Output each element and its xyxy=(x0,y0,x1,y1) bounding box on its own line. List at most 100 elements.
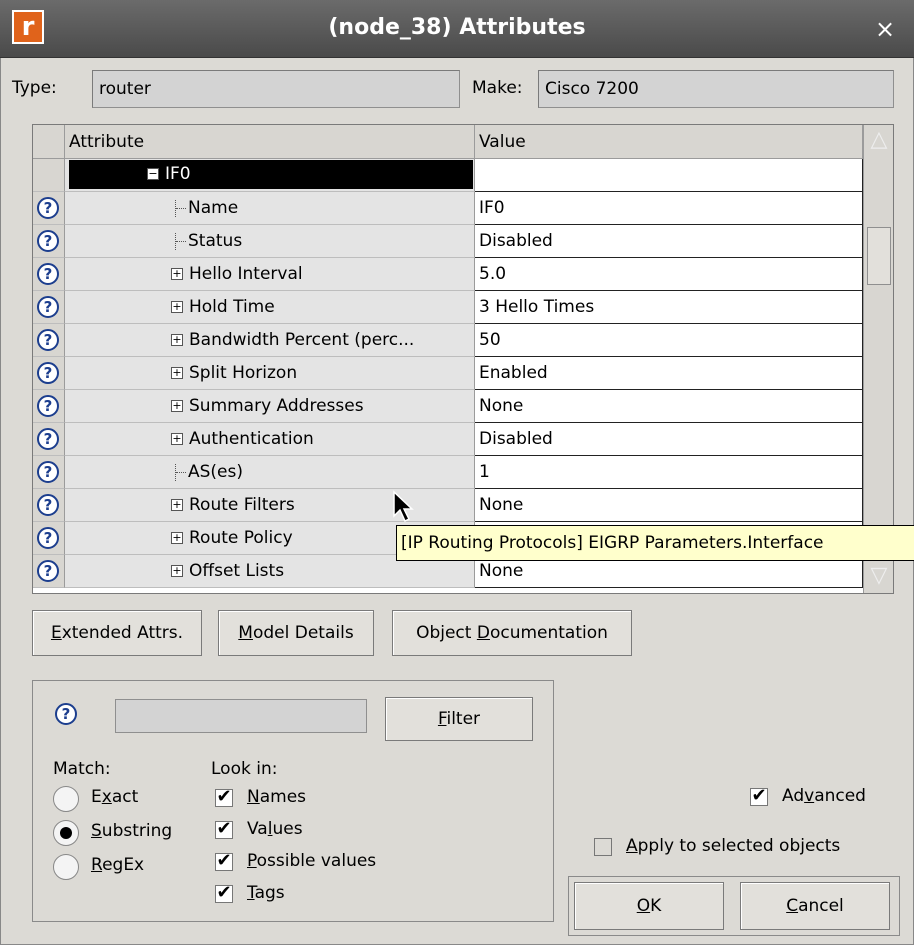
table-row[interactable]: ? Name IF0 xyxy=(33,192,863,225)
look-in-option[interactable]: ✔ Names xyxy=(215,787,475,813)
match-option[interactable]: RegEx xyxy=(53,853,203,881)
label-post: act xyxy=(111,787,139,807)
scroll-down-icon[interactable]: ▽ xyxy=(868,563,890,589)
help-icon[interactable]: ? xyxy=(37,362,59,384)
label-post: ames xyxy=(259,787,307,807)
table-row[interactable]: ? Status Disabled xyxy=(33,225,863,258)
help-icon[interactable]: ? xyxy=(37,329,59,351)
look-in-option[interactable]: ✔ Possible values xyxy=(215,851,475,877)
ok-button[interactable]: OK xyxy=(574,882,724,930)
advanced-mnemonic: v xyxy=(804,786,815,806)
attribute-value-cell[interactable]: 5.0 xyxy=(475,258,863,291)
expand-icon[interactable]: + xyxy=(171,499,183,511)
close-icon[interactable]: × xyxy=(870,14,900,44)
attribute-value-cell[interactable]: None xyxy=(475,489,863,522)
attribute-value-cell[interactable]: 1 xyxy=(475,456,863,489)
help-icon[interactable]: ? xyxy=(37,527,59,549)
attribute-name-cell[interactable]: Name xyxy=(65,192,475,225)
tree-branch-icon xyxy=(175,463,188,481)
help-icon[interactable]: ? xyxy=(37,197,59,219)
filter-panel: ? Filter Match: Exact Substring RegEx Look… xyxy=(32,680,554,922)
scroll-up-icon[interactable]: △ xyxy=(868,127,890,153)
title-bar[interactable]: r (node_38) Attributes × xyxy=(0,0,914,58)
advanced-checkbox[interactable]: ✔ xyxy=(750,787,768,806)
attribute-name-cell[interactable]: + Authentication xyxy=(65,423,475,456)
look-in-checkbox[interactable]: ✔ xyxy=(215,884,233,903)
table-row[interactable]: ? + Route Filters None xyxy=(33,489,863,522)
apply-mnemonic: A xyxy=(626,836,638,856)
look-in-option[interactable]: ✔ Tags xyxy=(215,883,475,909)
help-icon[interactable]: ? xyxy=(37,395,59,417)
look-in-checkbox[interactable]: ✔ xyxy=(215,852,233,871)
collapse-icon[interactable]: − xyxy=(147,168,159,180)
look-in-checkbox[interactable]: ✔ xyxy=(215,820,233,839)
expand-icon[interactable]: + xyxy=(171,433,183,445)
attribute-value-cell[interactable]: Disabled xyxy=(475,225,863,258)
group-selected-highlight[interactable]: − IF0 xyxy=(69,160,473,189)
label-post: ossible values xyxy=(256,851,377,871)
attribute-value-cell[interactable]: 50 xyxy=(475,324,863,357)
expand-icon[interactable]: + xyxy=(171,301,183,313)
match-radio[interactable] xyxy=(53,820,79,846)
help-icon[interactable]: ? xyxy=(37,560,59,582)
table-row[interactable]: ? + Authentication Disabled xyxy=(33,423,863,456)
extended-attrs-button[interactable]: Extended Attrs. xyxy=(32,610,202,656)
filter-help-icon[interactable]: ? xyxy=(55,703,77,725)
help-icon[interactable]: ? xyxy=(37,461,59,483)
tooltip: [IP Routing Protocols] EIGRP Parameters.… xyxy=(396,525,914,561)
group-row[interactable]: − IF0 xyxy=(33,159,863,192)
attribute-value-cell[interactable]: IF0 xyxy=(475,192,863,225)
apply-selected-checkbox[interactable] xyxy=(594,838,612,856)
model-details-button[interactable]: Model Details xyxy=(218,610,374,656)
type-field: router xyxy=(92,70,460,108)
filter-button[interactable]: Filter xyxy=(385,697,533,741)
attribute-name-cell[interactable]: + Summary Addresses xyxy=(65,390,475,423)
attribute-value-cell[interactable]: Disabled xyxy=(475,423,863,456)
match-radio[interactable] xyxy=(53,854,79,880)
expand-icon[interactable]: + xyxy=(171,400,183,412)
object-documentation-button[interactable]: Object Documentation xyxy=(392,610,632,656)
apply-selected-row[interactable]: Apply to selected objects xyxy=(594,836,904,862)
attributes-table[interactable]: Attribute Value − IF0 ? Name IF0? Status Disa… xyxy=(32,124,894,594)
attribute-value-cell[interactable]: None xyxy=(475,390,863,423)
attribute-name-cell[interactable]: + Split Horizon xyxy=(65,357,475,390)
help-icon[interactable]: ? xyxy=(37,296,59,318)
table-row[interactable]: ? + Bandwidth Percent (perc... 50 xyxy=(33,324,863,357)
attribute-name-cell[interactable]: AS(es) xyxy=(65,456,475,489)
attribute-name-cell[interactable]: + Hold Time xyxy=(65,291,475,324)
look-in-checkbox[interactable]: ✔ xyxy=(215,788,233,807)
attribute-value-cell[interactable]: 3 Hello Times xyxy=(475,291,863,324)
help-icon[interactable]: ? xyxy=(37,230,59,252)
help-icon[interactable]: ? xyxy=(37,494,59,516)
table-row[interactable]: ? + Summary Addresses None xyxy=(33,390,863,423)
attribute-value-cell[interactable]: Enabled xyxy=(475,357,863,390)
attribute-name-cell[interactable]: + Bandwidth Percent (perc... xyxy=(65,324,475,357)
expand-icon[interactable]: + xyxy=(171,565,183,577)
attribute-name-cell[interactable]: Status xyxy=(65,225,475,258)
group-value-cell xyxy=(475,159,863,192)
table-row[interactable]: ? + Hello Interval 5.0 xyxy=(33,258,863,291)
help-icon[interactable]: ? xyxy=(37,428,59,450)
match-radio[interactable] xyxy=(53,786,79,812)
look-in-option[interactable]: ✔ Values xyxy=(215,819,475,845)
expand-icon[interactable]: + xyxy=(171,334,183,346)
table-row[interactable]: ? + Hold Time 3 Hello Times xyxy=(33,291,863,324)
help-icon[interactable]: ? xyxy=(37,263,59,285)
attribute-column-header[interactable]: Attribute xyxy=(65,125,475,159)
advanced-checkbox-row[interactable]: ✔ Advanced xyxy=(750,786,900,812)
table-row[interactable]: ? + Split Horizon Enabled xyxy=(33,357,863,390)
filter-button-label: ilter xyxy=(446,709,481,729)
expand-icon[interactable]: + xyxy=(171,532,183,544)
match-option[interactable]: Exact xyxy=(53,785,203,813)
table-row[interactable]: ? AS(es) 1 xyxy=(33,456,863,489)
filter-input[interactable] xyxy=(115,699,367,733)
vertical-scrollbar[interactable]: △ ▽ xyxy=(863,125,893,593)
attribute-name: Split Horizon xyxy=(189,363,298,383)
scroll-thumb[interactable] xyxy=(867,227,891,285)
attribute-name-cell[interactable]: + Hello Interval xyxy=(65,258,475,291)
cancel-button[interactable]: Cancel xyxy=(740,882,890,930)
match-option[interactable]: Substring xyxy=(53,819,203,847)
value-column-header[interactable]: Value xyxy=(475,125,863,159)
expand-icon[interactable]: + xyxy=(171,268,183,280)
expand-icon[interactable]: + xyxy=(171,367,183,379)
